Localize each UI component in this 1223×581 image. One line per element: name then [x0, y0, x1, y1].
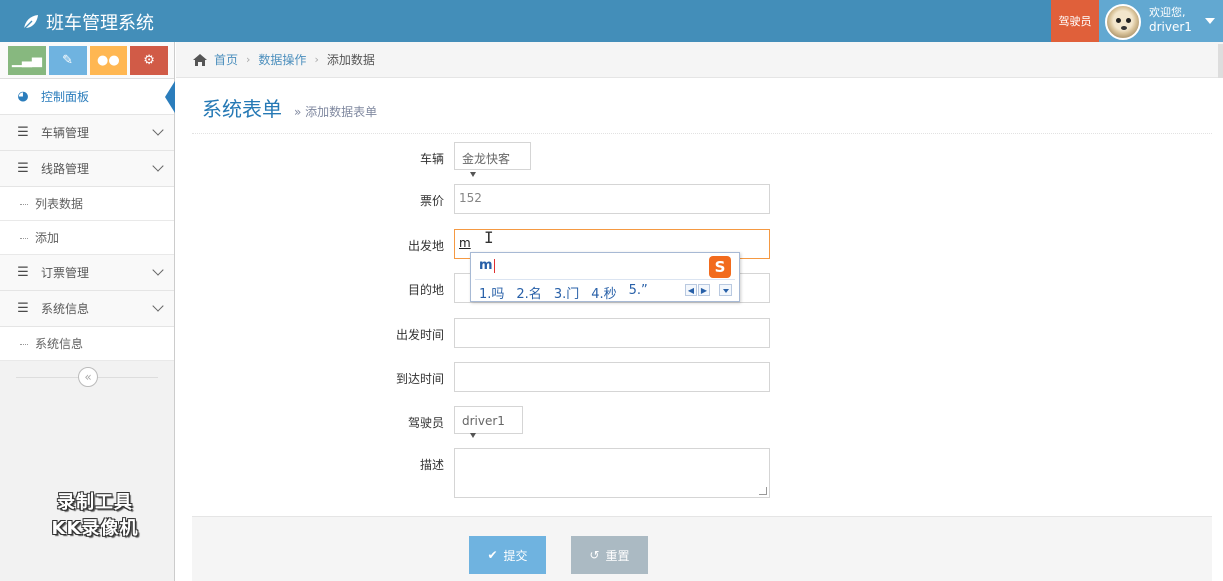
sidebar-item-ticket[interactable]: ☰ 订票管理 — [0, 255, 174, 291]
arrive-time-label: 到达时间 — [395, 372, 444, 386]
depart-time-field[interactable] — [454, 318, 770, 348]
caret-down-icon — [470, 433, 476, 438]
next-page-icon[interactable]: ▶ — [698, 284, 710, 296]
signal-icon[interactable]: ▁▃▅ — [8, 46, 46, 75]
ime-candidate-window: m S 1.吗 2.名 3.门 4.秒 5.” ◀ ▶ — [470, 252, 740, 302]
breadcrumb-sep-icon: › — [314, 53, 319, 66]
form-row-description: 描述 — [300, 448, 780, 498]
chevron-down-icon — [152, 300, 164, 312]
avatar — [1105, 4, 1141, 40]
form-row-vehicle: 车辆 金龙快客 — [300, 142, 780, 177]
breadcrumb-home[interactable]: 首页 — [214, 51, 238, 68]
recorder-watermark: 录制工具 KK录像机 — [30, 490, 160, 542]
double-left-icon[interactable]: « — [78, 367, 98, 387]
breadcrumb: 首页 › 数据操作 › 添加数据 — [176, 42, 1223, 78]
sidebar-item-label: 控制面板 — [41, 90, 90, 104]
form-row-arrive-time: 到达时间 — [300, 362, 780, 394]
breadcrumb-sep-icon: › — [246, 53, 251, 66]
page-subtitle: » 添加数据表单 — [294, 105, 378, 119]
driver-select-value: driver1 — [462, 414, 505, 428]
description-textarea[interactable] — [454, 448, 770, 498]
brand[interactable]: 班车管理系统 — [22, 9, 154, 35]
driver-label: 驾驶员 — [407, 416, 444, 430]
watermark-line1: 录制工具 — [57, 492, 133, 513]
chevron-down-icon — [152, 124, 164, 136]
cogs-icon[interactable]: ⚙ — [130, 46, 168, 75]
check-icon: ✔ — [487, 548, 498, 562]
list-icon: ☰ — [17, 161, 29, 176]
sidebar-item-route[interactable]: ☰ 线路管理 — [0, 151, 174, 187]
page-title: 系统表单 — [202, 97, 282, 121]
dashboard-icon: ◕ — [17, 89, 29, 104]
caret-down-icon — [470, 172, 476, 177]
users-icon[interactable]: ●● — [89, 46, 128, 75]
sidebar-subitem-list[interactable]: 列表数据 — [0, 187, 174, 221]
caret-down-icon — [1205, 18, 1215, 24]
prev-page-icon[interactable]: ◀ — [685, 284, 697, 296]
chevron-down-icon — [152, 160, 164, 172]
sidebar-item-system[interactable]: ☰ 系统信息 — [0, 291, 174, 327]
description-label: 描述 — [419, 458, 444, 472]
chevron-down-icon — [152, 264, 164, 276]
reset-label: 重置 — [605, 548, 630, 563]
sidebar-subitem-system-info[interactable]: 系统信息 — [0, 327, 174, 361]
watermark-line2: KK录像机 — [51, 518, 139, 539]
breadcrumb-section[interactable]: 数据操作 — [258, 51, 306, 68]
sidebar-collapse-bar: « — [0, 361, 174, 395]
depart-time-label: 出发时间 — [395, 328, 444, 342]
price-field[interactable]: 152 — [454, 184, 770, 214]
vehicle-select-value: 金龙快客 — [462, 152, 511, 166]
list-icon: ☰ — [17, 301, 29, 316]
reset-button[interactable]: ↺ 重置 — [571, 536, 648, 574]
home-icon — [193, 53, 207, 66]
top-navbar: 班车管理系统 驾驶员 欢迎您, driver1 — [0, 0, 1223, 42]
sidebar-shortcuts: ▁▃▅ ✎ ●● ⚙ — [0, 42, 174, 79]
vehicle-label: 车辆 — [419, 152, 444, 166]
ime-candidate[interactable]: 1.吗 — [479, 283, 504, 302]
sidebar-item-label: 系统信息 — [41, 302, 90, 316]
expand-icon[interactable] — [719, 284, 732, 296]
driver-select[interactable]: driver1 — [454, 406, 523, 438]
username: driver1 — [1149, 20, 1192, 34]
text-cursor-icon: I — [484, 228, 494, 247]
vehicle-select[interactable]: 金龙快客 — [454, 142, 531, 177]
sidebar: ▁▃▅ ✎ ●● ⚙ ◕ 控制面板 ☰ 车辆管理 ☰ 线路管理 列表数据 添加 … — [0, 42, 175, 581]
ime-candidates: 1.吗 2.名 3.门 4.秒 5.” — [479, 283, 648, 302]
ime-candidate[interactable]: 3.门 — [554, 283, 579, 302]
sogou-logo-icon[interactable]: S — [709, 256, 731, 278]
sidebar-item-label: 车辆管理 — [41, 126, 90, 140]
page-header: 系统表单 » 添加数据表单 — [192, 78, 1212, 134]
form-row-price: 票价 152 — [300, 184, 780, 216]
ime-candidate[interactable]: 2.名 — [516, 283, 541, 302]
role-badge[interactable]: 驾驶员 — [1051, 0, 1099, 42]
breadcrumb-current: 添加数据 — [326, 53, 375, 67]
form-actions: ✔ 提交 ↺ 重置 — [192, 516, 1212, 581]
price-label: 票价 — [419, 194, 444, 208]
arrive-time-field[interactable] — [454, 362, 770, 392]
ime-candidate[interactable]: 5.” — [629, 283, 648, 302]
user-menu[interactable]: 欢迎您, driver1 — [1099, 0, 1223, 42]
app-title: 班车管理系统 — [46, 13, 154, 34]
sidebar-item-dashboard[interactable]: ◕ 控制面板 — [0, 79, 175, 115]
sidebar-item-vehicle[interactable]: ☰ 车辆管理 — [0, 115, 174, 151]
form-row-driver: 驾驶员 driver1 — [300, 406, 780, 438]
scrollbar[interactable] — [1218, 44, 1223, 78]
ime-composition: m — [479, 258, 493, 273]
welcome-text: 欢迎您, — [1149, 6, 1186, 19]
list-icon: ☰ — [17, 265, 29, 280]
destination-label: 目的地 — [407, 283, 444, 297]
submit-label: 提交 — [503, 548, 528, 563]
pencil-icon[interactable]: ✎ — [48, 46, 87, 75]
leaf-icon — [23, 15, 38, 30]
sidebar-subitem-add[interactable]: 添加 — [0, 221, 174, 255]
form-row-depart-time: 出发时间 — [300, 318, 780, 350]
undo-icon: ↺ — [589, 548, 600, 562]
sidebar-item-label: 线路管理 — [41, 162, 90, 176]
departure-label: 出发地 — [407, 239, 444, 253]
ime-candidate[interactable]: 4.秒 — [591, 283, 616, 302]
sidebar-item-label: 订票管理 — [41, 266, 90, 280]
submit-button[interactable]: ✔ 提交 — [469, 536, 546, 574]
list-icon: ☰ — [17, 125, 29, 140]
